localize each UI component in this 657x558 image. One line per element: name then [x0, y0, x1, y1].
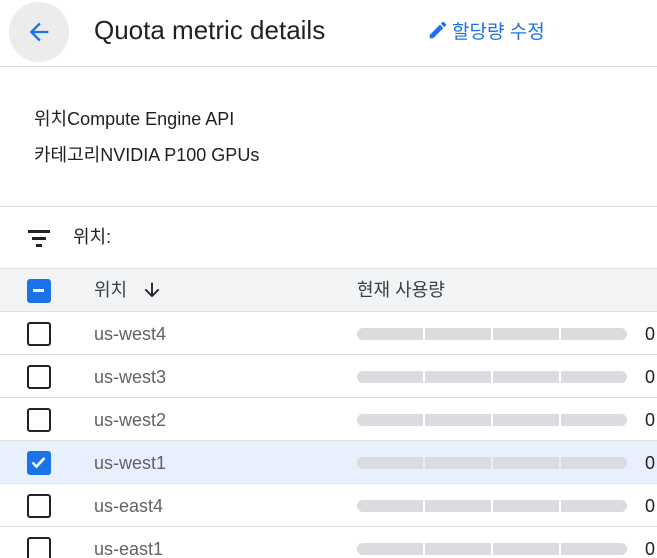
- row-location: us-west4: [94, 324, 167, 344]
- usage-bar: [357, 371, 627, 383]
- row-location: us-west2: [94, 410, 167, 430]
- edit-quota-label: 할당량 수정: [452, 21, 545, 43]
- column-header-usage[interactable]: 현재 사용량: [357, 278, 445, 302]
- row-usage: 0: [645, 410, 656, 430]
- usage-bar: [357, 543, 627, 555]
- page-title: Quota metric details: [94, 15, 326, 45]
- row-location: us-west1: [94, 453, 167, 473]
- filter-input[interactable]: 위치:: [73, 225, 111, 249]
- filter-icon[interactable]: [28, 229, 50, 247]
- column-header-location-label: 위치: [94, 280, 128, 300]
- metric-details: 위치 Compute Engine API 카테고리 NVIDIA P100 GPU…: [0, 68, 657, 207]
- service-row: 위치 Compute Engine API: [34, 107, 234, 131]
- row-checkbox[interactable]: [27, 322, 51, 346]
- row-checkbox[interactable]: [27, 408, 51, 432]
- back-button[interactable]: [9, 2, 69, 62]
- table-row: us-west2 0: [0, 398, 657, 441]
- table-row: us-west4 0: [0, 312, 657, 355]
- category-value: NVIDIA P100 GPUs: [100, 145, 260, 165]
- category-row: 카테고리 NVIDIA P100 GPUs: [34, 143, 259, 167]
- select-all-checkbox[interactable]: [27, 279, 51, 303]
- edit-quota-button[interactable]: 할당량 수정: [427, 17, 545, 43]
- usage-bar: [357, 457, 627, 469]
- usage-bar: [357, 414, 627, 426]
- row-checkbox[interactable]: [27, 365, 51, 389]
- usage-bar: [357, 328, 627, 340]
- row-checkbox[interactable]: [27, 451, 51, 475]
- row-usage: 0: [645, 539, 656, 558]
- filter-bar[interactable]: 위치:: [0, 208, 657, 268]
- category-label: 카테고리: [34, 145, 101, 165]
- service-value: Compute Engine API: [67, 109, 235, 129]
- row-usage: 0: [645, 496, 656, 516]
- row-usage: 0: [645, 324, 656, 344]
- row-checkbox[interactable]: [27, 537, 51, 558]
- page-header: Quota metric details 할당량 수정: [0, 0, 657, 67]
- pencil-icon: [429, 21, 447, 39]
- checkmark-icon: [31, 457, 46, 469]
- row-checkbox[interactable]: [27, 494, 51, 518]
- arrow-back-icon: [29, 22, 49, 42]
- usage-bar: [357, 500, 627, 512]
- row-location: us-east1: [94, 539, 164, 558]
- arrow-down-icon: [144, 282, 160, 298]
- row-usage: 0: [645, 367, 656, 387]
- service-label: 위치: [34, 109, 68, 129]
- table-row: us-west1 0: [0, 441, 657, 484]
- table-row: us-east1 0: [0, 527, 657, 558]
- minus-icon: [33, 289, 44, 292]
- row-usage: 0: [645, 453, 656, 473]
- column-header-location[interactable]: 위치: [94, 278, 163, 302]
- row-location: us-east4: [94, 496, 164, 516]
- table-header: 위치 현재 사용량: [0, 268, 657, 312]
- table-row: us-west3 0: [0, 355, 657, 398]
- row-location: us-west3: [94, 367, 167, 387]
- table-row: us-east4 0: [0, 484, 657, 527]
